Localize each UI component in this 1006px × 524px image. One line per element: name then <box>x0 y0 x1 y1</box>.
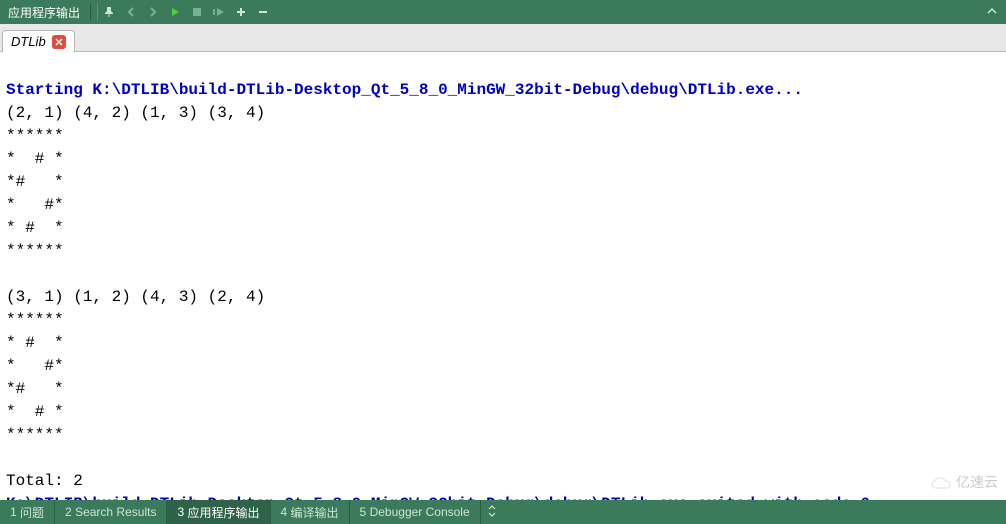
collapse-icon[interactable] <box>986 5 998 20</box>
footer-num: 5 <box>360 505 367 519</box>
divider <box>97 3 98 21</box>
header-toolbar: 应用程序输出 <box>0 0 1006 24</box>
tab-bar: DTLib <box>0 24 1006 52</box>
toolbar <box>102 5 270 19</box>
step-icon[interactable] <box>212 5 226 19</box>
start-line: Starting K:\DTLIB\build-DTLib-Desktop_Qt… <box>6 81 803 99</box>
watermark-text: 亿速云 <box>956 471 998 494</box>
prev-icon[interactable] <box>124 5 138 19</box>
stop-icon[interactable] <box>190 5 204 19</box>
tab-label: DTLib <box>11 34 46 49</box>
console-body: (2, 1) (4, 2) (1, 3) (3, 4) ****** * # *… <box>6 104 265 490</box>
tab-dtlib[interactable]: DTLib <box>2 30 75 52</box>
footer-label: 问题 <box>20 504 44 521</box>
footer-label: Search Results <box>75 505 156 519</box>
run-icon[interactable] <box>168 5 182 19</box>
console-output[interactable]: Starting K:\DTLIB\build-DTLib-Desktop_Qt… <box>0 52 1006 500</box>
footer-tab-debugger[interactable]: 5 Debugger Console <box>350 500 481 524</box>
footer-num: 3 <box>177 505 184 519</box>
divider <box>90 3 91 21</box>
close-icon[interactable] <box>52 35 66 49</box>
footer-tab-output[interactable]: 3 应用程序输出 <box>167 500 270 524</box>
footer-bar: 1 问题 2 Search Results 3 应用程序输出 4 编译输出 5 … <box>0 500 1006 524</box>
next-icon[interactable] <box>146 5 160 19</box>
footer-num: 2 <box>65 505 72 519</box>
footer-tab-search[interactable]: 2 Search Results <box>55 500 167 524</box>
footer-num: 1 <box>10 505 17 519</box>
footer-label: 应用程序输出 <box>187 504 259 521</box>
panel-title: 应用程序输出 <box>4 4 84 21</box>
footer-tab-compile[interactable]: 4 编译输出 <box>271 500 350 524</box>
sort-icon[interactable] <box>481 505 503 520</box>
footer-num: 4 <box>281 505 288 519</box>
watermark: 亿速云 <box>930 471 998 494</box>
pin-icon[interactable] <box>102 5 116 19</box>
footer-label: 编译输出 <box>291 504 339 521</box>
exit-line: K:\DTLIB\build-DTLib-Desktop_Qt_5_8_0_Mi… <box>6 495 870 500</box>
footer-label: Debugger Console <box>370 505 470 519</box>
plus-icon[interactable] <box>234 5 248 19</box>
minus-icon[interactable] <box>256 5 270 19</box>
footer-tab-issues[interactable]: 1 问题 <box>0 500 55 524</box>
